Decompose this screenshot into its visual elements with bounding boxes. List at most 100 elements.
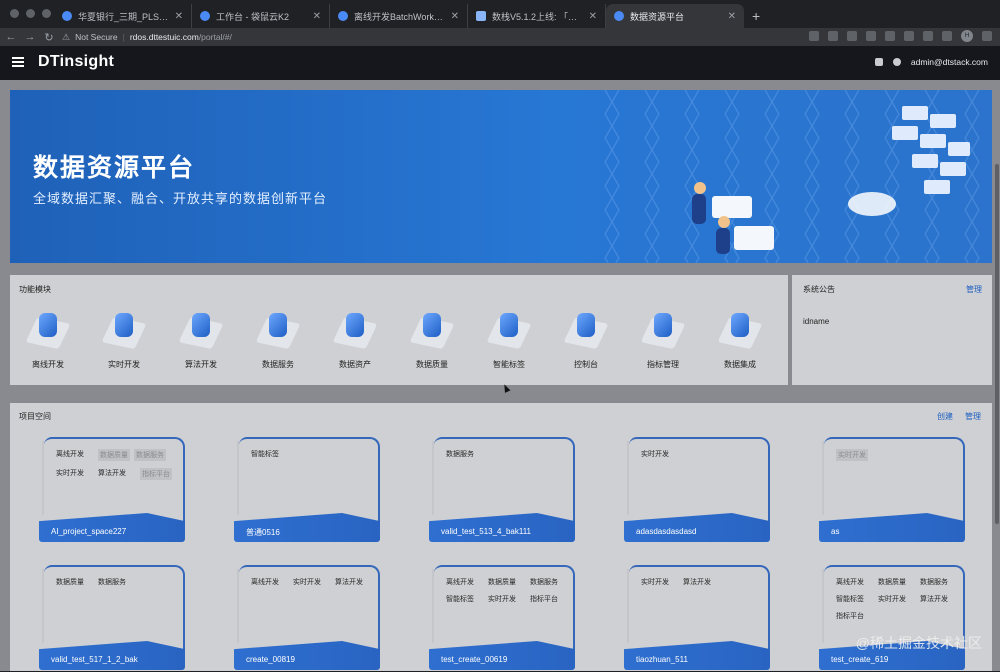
- project-module-tag[interactable]: 离线开发: [836, 577, 878, 587]
- camera-icon[interactable]: [904, 31, 914, 41]
- project-name[interactable]: tiaozhuan_511: [636, 655, 688, 664]
- project-module-tag[interactable]: 实时开发: [878, 594, 920, 604]
- project-module-tag[interactable]: 指标平台: [530, 594, 572, 604]
- bookmark-star-icon[interactable]: [866, 31, 876, 41]
- project-card[interactable]: 智能标签普通0516: [234, 437, 380, 544]
- project-module-tag[interactable]: 数据服务: [920, 577, 962, 587]
- project-module-tag[interactable]: 算法开发: [335, 577, 377, 587]
- project-module-tag[interactable]: 数据服务: [530, 577, 572, 587]
- project-module-tag[interactable]: 离线开发: [446, 577, 488, 587]
- algorithm-dev-icon: [178, 309, 224, 353]
- project-module-tag[interactable]: 智能标签: [836, 594, 878, 604]
- project-module-tag[interactable]: 数据质量: [488, 577, 530, 587]
- module-console[interactable]: 控制台: [556, 309, 616, 370]
- extension-icon[interactable]: [885, 31, 895, 41]
- maximize-window-button[interactable]: [42, 9, 51, 18]
- project-card[interactable]: 实时开发as: [819, 437, 965, 544]
- project-module-tag[interactable]: 实时开发: [56, 468, 98, 480]
- browser-tab[interactable]: 华夏银行_三期_PLS-需求列表 -✕: [54, 4, 192, 28]
- project-card[interactable]: 实时开发算法开发 tiaozhuan_511: [624, 565, 770, 672]
- browser-tab[interactable]: 数栈V5.1.2上线: 「项目空间」✕: [468, 4, 606, 28]
- module-data-quality[interactable]: 数据质量: [402, 309, 462, 370]
- sidebar-icon[interactable]: [942, 31, 952, 41]
- project-card[interactable]: 数据质量数据服务 valid_test_517_1_2_bak: [39, 565, 185, 672]
- minimize-window-button[interactable]: [26, 9, 35, 18]
- project-module-tag[interactable]: 实时开发: [641, 577, 683, 587]
- project-card[interactable]: 离线开发数据质量数据服务实时开发算法开发指标平台AI_project_space…: [39, 437, 185, 544]
- module-realtime-dev[interactable]: 实时开发: [94, 309, 154, 370]
- manage-projects-link[interactable]: 管理: [965, 411, 981, 422]
- project-card[interactable]: 离线开发数据质量数据服务智能标签实时开发指标平台 test_create_0061…: [429, 565, 575, 672]
- message-icon[interactable]: [875, 58, 883, 66]
- profile-avatar[interactable]: H: [961, 30, 973, 42]
- hamburger-menu-icon[interactable]: [12, 57, 24, 67]
- project-card[interactable]: 数据服务 valid_test_513_4_bak111: [429, 437, 575, 544]
- notice-title: 系统公告: [803, 284, 835, 295]
- close-tab-icon[interactable]: ✕: [589, 11, 597, 22]
- module-data-asset[interactable]: 数据资产: [325, 309, 385, 370]
- browser-tab[interactable]: 数据资源平台✕: [606, 4, 744, 28]
- project-module-tag[interactable]: 实时开发: [488, 594, 530, 604]
- module-algorithm-dev[interactable]: 算法开发: [171, 309, 231, 370]
- forward-arrow-icon[interactable]: →: [22, 31, 38, 43]
- project-card[interactable]: 离线开发数据质量数据服务智能标签实时开发算法开发指标平台 test_create_…: [819, 565, 965, 672]
- project-name[interactable]: adasdasdasdasd: [636, 527, 697, 536]
- browser-tab[interactable]: 离线开发BatchWorks 2022年新✕: [330, 4, 468, 28]
- notice-item[interactable]: idname: [803, 317, 829, 326]
- project-module-tag[interactable]: 离线开发: [251, 577, 293, 587]
- new-tab-button[interactable]: +: [744, 4, 768, 28]
- create-project-link[interactable]: 创建: [937, 411, 953, 422]
- translate-icon[interactable]: [828, 31, 838, 41]
- module-data-integration[interactable]: 数据集成: [710, 309, 770, 370]
- module-smart-tag[interactable]: 智能标签: [479, 309, 539, 370]
- project-card[interactable]: 实时开发 adasdasdasdasd: [624, 437, 770, 544]
- project-module-tag[interactable]: 数据质量: [56, 577, 98, 587]
- project-module-tag[interactable]: 实时开发: [293, 577, 335, 587]
- project-module-tag[interactable]: 智能标签: [251, 449, 293, 459]
- close-tab-icon[interactable]: ✕: [313, 11, 321, 22]
- project-name[interactable]: 普通0516: [246, 527, 280, 538]
- close-tab-icon[interactable]: ✕: [451, 11, 459, 22]
- project-module-tag[interactable]: 离线开发: [56, 449, 98, 461]
- project-name[interactable]: as: [831, 527, 839, 536]
- project-module-tag[interactable]: 指标平台: [836, 611, 878, 621]
- gear-icon[interactable]: [893, 58, 901, 66]
- browser-tab[interactable]: 工作台 - 袋鼠云K2✕: [192, 4, 330, 28]
- projects-title: 项目空间: [19, 411, 51, 422]
- module-data-service[interactable]: 数据服务: [248, 309, 308, 370]
- project-name[interactable]: valid_test_517_1_2_bak: [51, 655, 138, 664]
- module-label: 控制台: [556, 359, 616, 370]
- key-icon[interactable]: [809, 31, 819, 41]
- project-module-tag[interactable]: 数据服务: [98, 577, 140, 587]
- module-offline-dev[interactable]: 离线开发: [18, 309, 78, 370]
- url-field[interactable]: ⚠ Not Secure | rdos.dttestuic.com/portal…: [62, 29, 762, 45]
- reload-icon[interactable]: ↻: [41, 31, 57, 44]
- back-arrow-icon[interactable]: ←: [3, 31, 19, 43]
- project-name[interactable]: valid_test_513_4_bak111: [441, 527, 531, 536]
- close-tab-icon[interactable]: ✕: [728, 11, 736, 22]
- module-metrics[interactable]: 指标管理: [633, 309, 693, 370]
- scrollbar[interactable]: [995, 164, 999, 524]
- close-window-button[interactable]: [10, 9, 19, 18]
- project-name[interactable]: create_00819: [246, 655, 295, 664]
- project-module-tag[interactable]: 智能标签: [446, 594, 488, 604]
- user-account[interactable]: admin@dtstack.com: [911, 57, 988, 67]
- tab-favicon-icon: [614, 11, 624, 21]
- close-tab-icon[interactable]: ✕: [175, 11, 183, 22]
- project-name[interactable]: AI_project_space227: [51, 527, 126, 536]
- tab-favicon-icon: [200, 11, 210, 21]
- project-module-tag[interactable]: 数据质量: [878, 577, 920, 587]
- project-module-tag[interactable]: 算法开发: [98, 468, 140, 480]
- project-name[interactable]: test_create_00619: [441, 655, 507, 664]
- project-module-tag[interactable]: 数据服务: [446, 449, 488, 459]
- project-module-tag[interactable]: 实时开发: [641, 449, 683, 459]
- module-label: 算法开发: [171, 359, 231, 370]
- project-module-tag[interactable]: 算法开发: [920, 594, 962, 604]
- puzzle-icon[interactable]: [923, 31, 933, 41]
- project-card[interactable]: 离线开发实时开发算法开发 create_00819: [234, 565, 380, 672]
- project-name[interactable]: test_create_619: [831, 655, 888, 664]
- project-module-tag[interactable]: 算法开发: [683, 577, 725, 587]
- notice-manage-link[interactable]: 管理: [966, 284, 982, 295]
- menu-dots-icon[interactable]: [982, 31, 992, 41]
- share-icon[interactable]: [847, 31, 857, 41]
